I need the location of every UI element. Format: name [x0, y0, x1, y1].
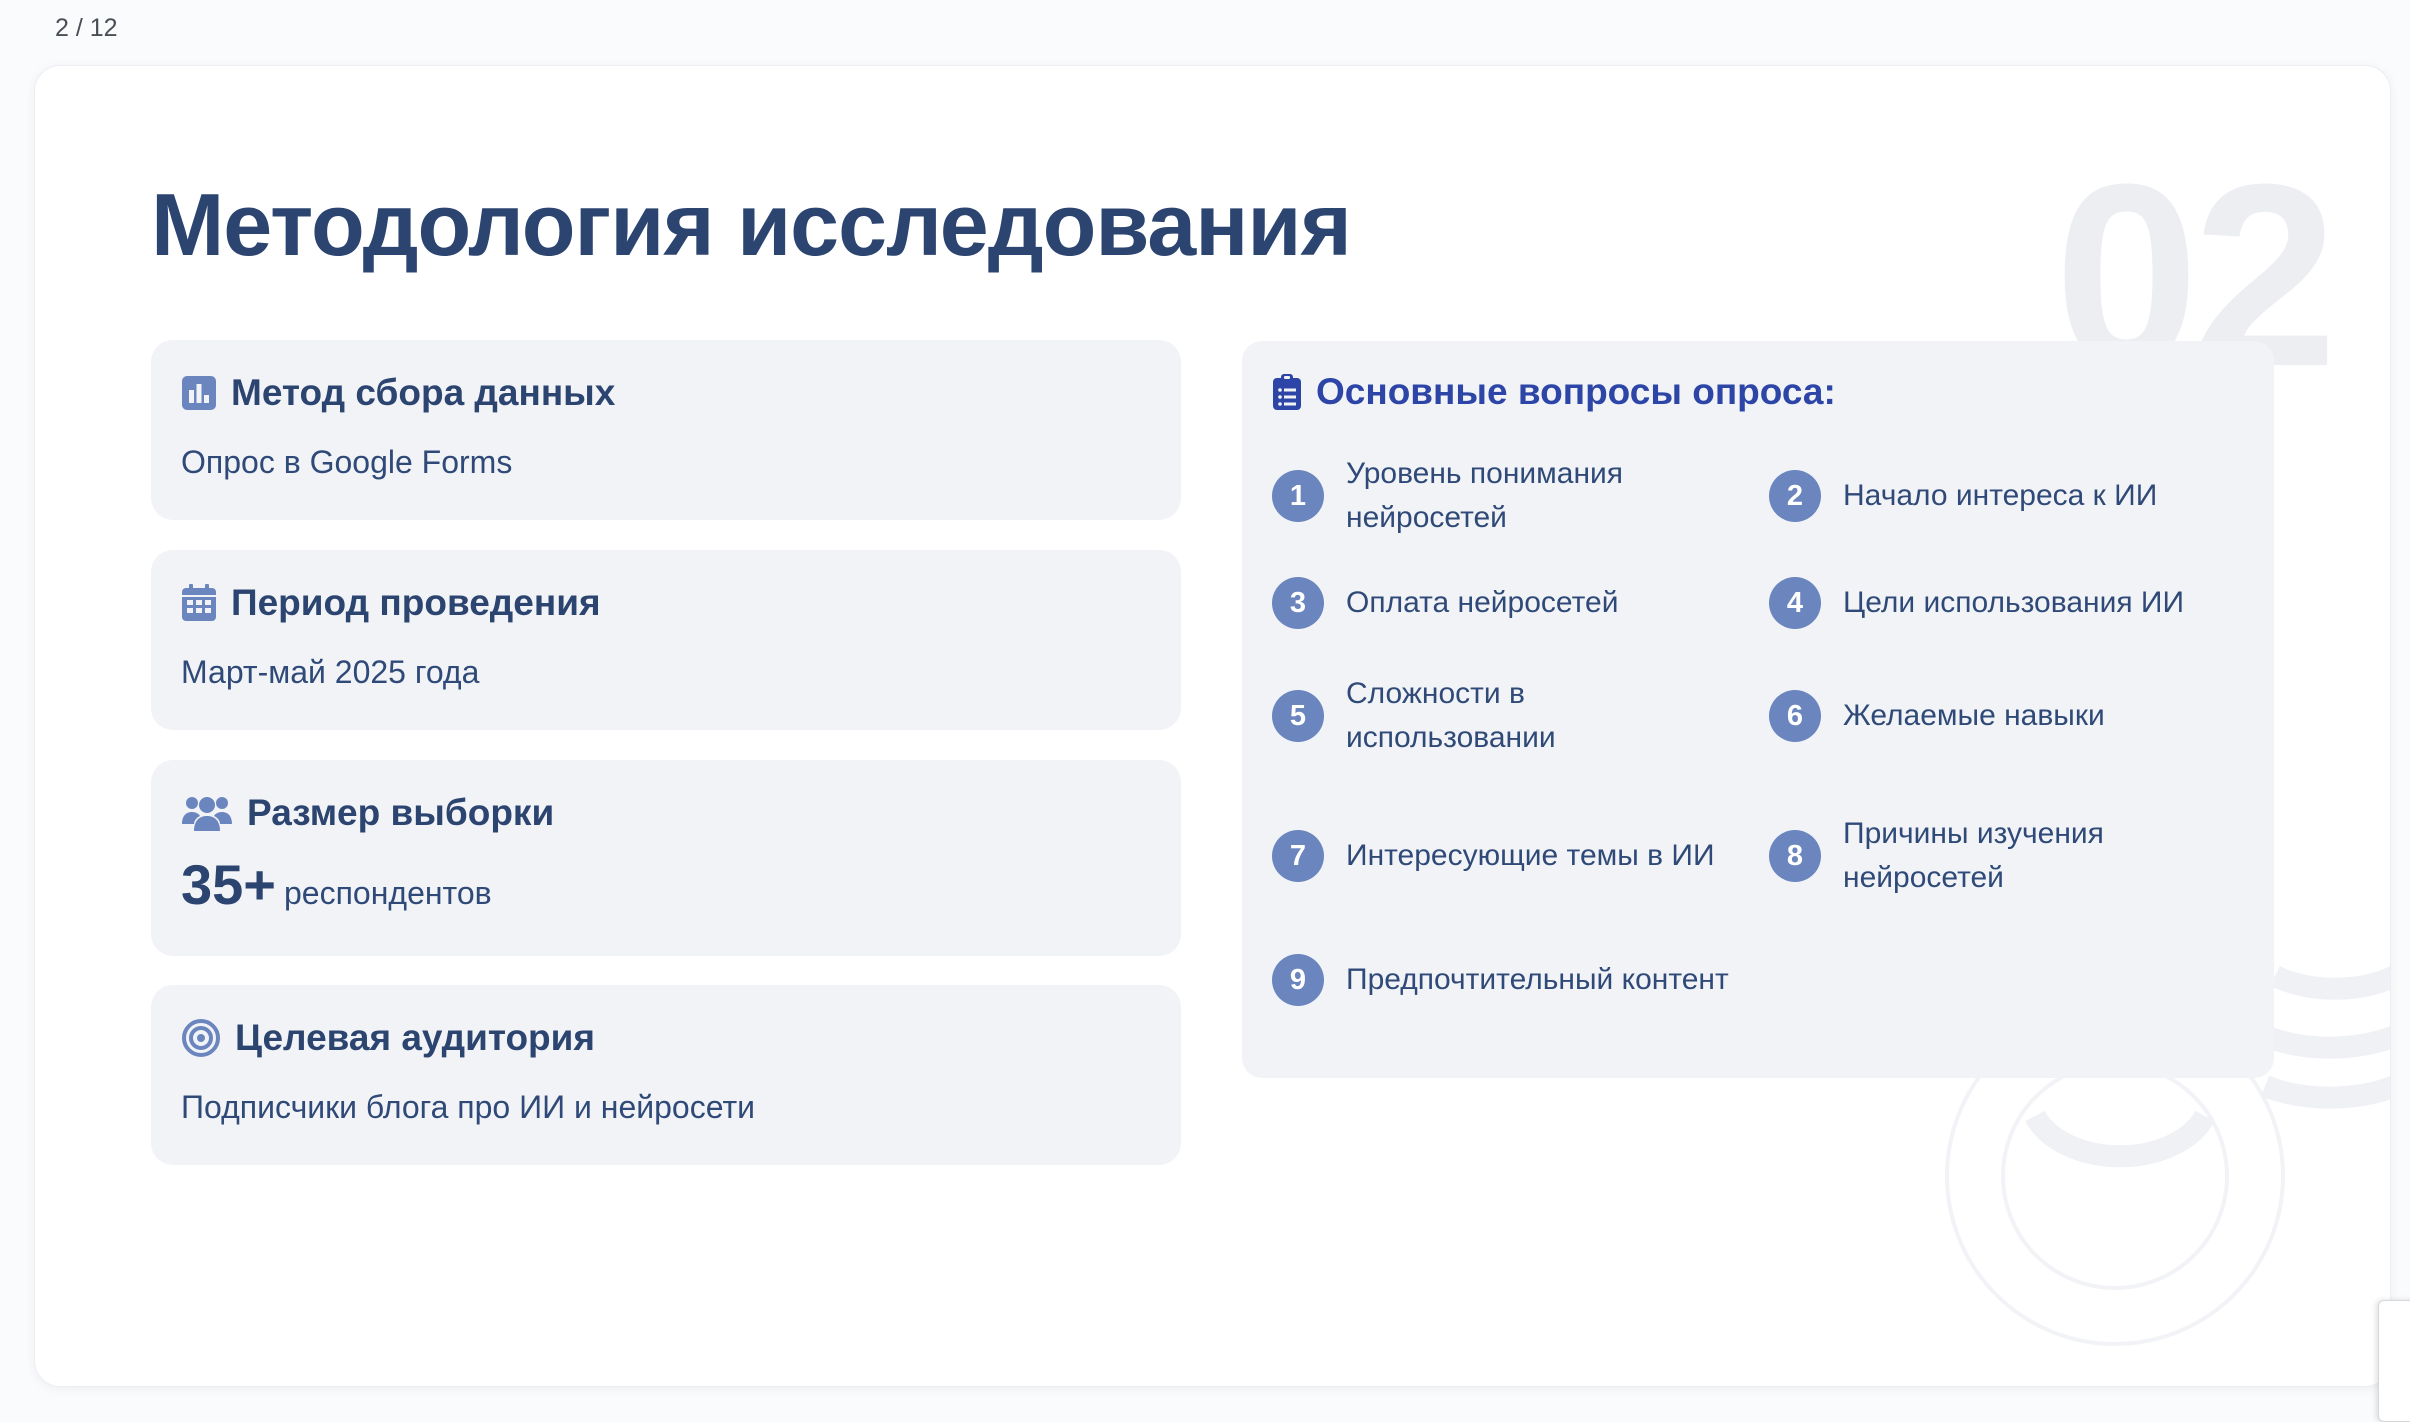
bar-chart-icon — [182, 376, 216, 410]
question-number-badge: 6 — [1769, 690, 1821, 742]
question-number-badge: 9 — [1272, 954, 1324, 1006]
question-text: Цели использования ИИ — [1843, 586, 2185, 619]
question-text: Интересующие темы в ИИ — [1346, 839, 1715, 872]
audience-card-value: Подписчики блога про ИИ и нейросети — [181, 1089, 755, 1125]
question-text: Уровень понимания нейросетей — [1346, 457, 1624, 534]
method-card-title: Метод сбора данных — [231, 372, 616, 413]
question-number-badge: 3 — [1272, 577, 1324, 629]
question-text: Начало интереса к ИИ — [1843, 479, 2158, 512]
question-item: 5 Сложности в использовании — [1272, 661, 1736, 771]
question-text: Оплата нейросетей — [1346, 586, 1619, 619]
method-card-value: Опрос в Google Forms — [181, 444, 513, 480]
audience-card: Целевая аудитория Подписчики блога про И… — [151, 985, 1181, 1165]
question-item: 2 Начало интереса к ИИ — [1769, 441, 2233, 551]
users-icon — [182, 797, 232, 831]
audience-card-title: Целевая аудитория — [235, 1017, 595, 1058]
period-card-value: Март-май 2025 года — [181, 654, 480, 690]
questions-panel-header: Основные вопросы опроса: — [1272, 371, 1836, 413]
question-number-badge: 4 — [1769, 577, 1821, 629]
sample-card: Размер выборки 35+ респондентов — [151, 760, 1181, 956]
method-card: Метод сбора данных Опрос в Google Forms — [151, 340, 1181, 520]
question-number-badge: 2 — [1769, 470, 1821, 522]
corner-thumbnail[interactable] — [2378, 1300, 2410, 1422]
question-item: 1 Уровень понимания нейросетей — [1272, 441, 1736, 551]
question-item: 7 Интересующие темы в ИИ — [1272, 801, 1736, 911]
questions-panel-title: Основные вопросы опроса: — [1316, 371, 1836, 412]
question-text: Причины изучения нейросетей — [1843, 817, 2104, 894]
page-counter: 2 / 12 — [55, 14, 118, 42]
sample-size-number: 35+ — [181, 853, 276, 916]
question-number-badge: 8 — [1769, 830, 1821, 882]
sample-card-header: Размер выборки — [181, 792, 554, 834]
clipboard-list-icon — [1273, 374, 1301, 410]
question-number-badge: 5 — [1272, 690, 1324, 742]
questions-panel: Основные вопросы опроса: 1 Уровень поним… — [1242, 341, 2274, 1078]
period-card: Период проведения Март-май 2025 года — [151, 550, 1181, 730]
question-text: Желаемые навыки — [1843, 699, 2105, 732]
question-item: 4 Цели использования ИИ — [1769, 571, 2233, 635]
question-item: 9 Предпочтительный контент — [1272, 948, 1806, 1012]
period-card-header: Период проведения — [181, 582, 601, 624]
slide: 02 Методология исследования Метод сбора … — [34, 65, 2391, 1387]
target-icon — [182, 1019, 220, 1057]
question-number-badge: 7 — [1272, 830, 1324, 882]
sample-card-value: 35+ респондентов — [181, 852, 492, 917]
period-card-title: Период проведения — [231, 582, 601, 623]
method-card-header: Метод сбора данных — [181, 372, 615, 414]
question-item: 6 Желаемые навыки — [1769, 661, 2233, 771]
question-item: 8 Причины изучения нейросетей — [1769, 801, 2233, 911]
question-text: Сложности в использовании — [1346, 677, 1556, 754]
audience-card-header: Целевая аудитория — [181, 1017, 595, 1059]
question-item: 3 Оплата нейросетей — [1272, 571, 1736, 635]
sample-size-unit: респондентов — [284, 875, 492, 911]
question-number-badge: 1 — [1272, 470, 1324, 522]
question-text: Предпочтительный контент — [1346, 963, 1729, 996]
calendar-icon — [182, 584, 216, 621]
slide-title: Методология исследования — [151, 175, 1352, 274]
sample-card-title: Размер выборки — [247, 792, 555, 833]
